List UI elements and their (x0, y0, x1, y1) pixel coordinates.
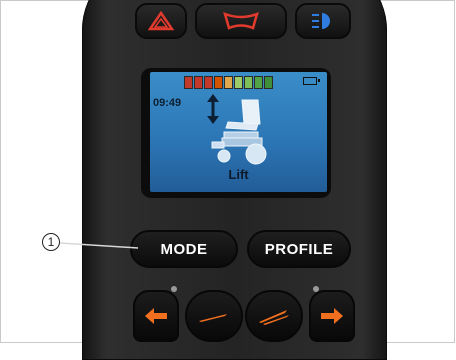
speed-up-icon (259, 310, 289, 325)
speed-down-button[interactable] (185, 290, 243, 342)
lights-button[interactable] (295, 3, 351, 39)
horn-icon (223, 11, 259, 30)
arrow-right-icon (321, 308, 343, 324)
callout-line (60, 242, 139, 249)
battery-segment (204, 76, 213, 89)
battery-segment (234, 76, 243, 89)
display-screen: 09:49 Lift (150, 72, 327, 192)
battery-gauge (184, 76, 273, 89)
battery-segment (254, 76, 263, 89)
battery-segment (264, 76, 273, 89)
left-indicator-button[interactable] (133, 290, 179, 342)
speed-up-button[interactable] (245, 290, 303, 342)
clock-time: 09:49 (153, 97, 182, 109)
wheelchair-lift-icon (211, 99, 267, 165)
battery-icon (303, 77, 320, 85)
horn-button[interactable] (195, 3, 287, 39)
mode-button[interactable]: MODE (130, 230, 238, 268)
hazard-button[interactable] (135, 3, 187, 39)
battery-segment (194, 76, 203, 89)
profile-button[interactable]: PROFILE (247, 230, 351, 268)
left-indicator-led (171, 286, 177, 292)
mode-name: Lift (228, 167, 249, 182)
battery-segment (224, 76, 233, 89)
right-indicator-button[interactable] (309, 290, 355, 342)
arrow-left-icon (145, 308, 167, 324)
headlight-icon (312, 13, 330, 29)
hazard-icon (148, 11, 174, 31)
battery-segment (214, 76, 223, 89)
speed-down-icon (199, 314, 227, 322)
battery-segment (244, 76, 253, 89)
callout-marker: 1 (42, 233, 60, 251)
battery-segment (184, 76, 193, 89)
